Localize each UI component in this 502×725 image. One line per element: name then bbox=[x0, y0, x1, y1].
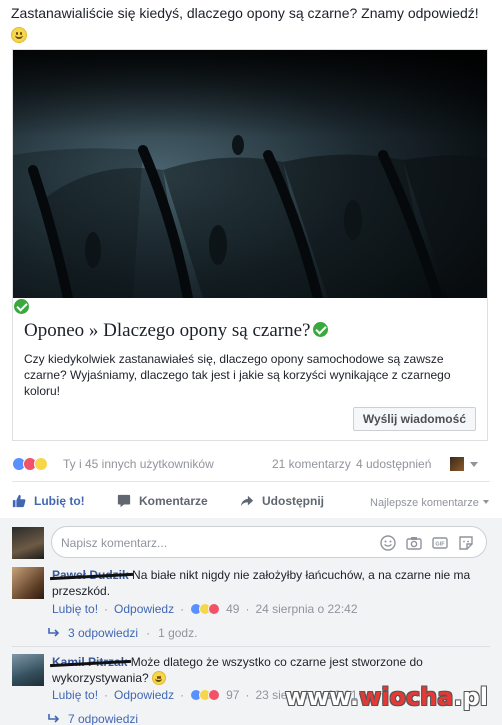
reactions-summary: Ty i 45 innych użytkowników 21 komentarz… bbox=[12, 455, 490, 473]
replies-count[interactable]: 3 odpowiedzi bbox=[68, 626, 138, 640]
svg-text:GIF: GIF bbox=[435, 542, 445, 548]
comment-label: Komentarze bbox=[139, 494, 208, 508]
comment-replies[interactable]: 3 odpowiedzi · 1 godz. bbox=[48, 626, 197, 640]
site-watermark: www.wiocha.pl bbox=[284, 683, 488, 711]
comment-reactions[interactable] bbox=[190, 689, 221, 701]
smile-emoji-icon bbox=[152, 671, 167, 685]
divider bbox=[12, 481, 490, 482]
post-text: Zastanawialiście się kiedyś, dlaczego op… bbox=[11, 5, 479, 21]
love-reaction-icon bbox=[208, 603, 221, 615]
share-label: Udostępnij bbox=[262, 494, 324, 508]
post-actions: Lubię to! Komentarze Udostępnij Najlepsz… bbox=[12, 490, 490, 514]
link-title-block[interactable]: Oponeo » Dlaczego opony są czarne? bbox=[24, 320, 329, 342]
viewer-avatar[interactable] bbox=[450, 457, 464, 471]
love-reaction-icon bbox=[208, 689, 221, 701]
comment-sort-dropdown[interactable]: Najlepsze komentarze bbox=[370, 497, 489, 509]
chevron-down-icon bbox=[482, 500, 489, 504]
haha-reaction-icon[interactable] bbox=[34, 457, 48, 471]
link-preview-card[interactable]: Oponeo » Dlaczego opony są czarne? Czy k… bbox=[12, 49, 488, 441]
replies-count[interactable]: 7 odpowiedzi bbox=[68, 712, 138, 725]
commenter-avatar[interactable] bbox=[12, 654, 44, 686]
comment-like-link[interactable]: Lubię to! bbox=[52, 688, 98, 702]
chevron-down-icon[interactable] bbox=[470, 462, 478, 467]
link-title[interactable]: Oponeo » Dlaczego opony są czarne? bbox=[24, 320, 310, 341]
tire-image[interactable] bbox=[13, 50, 487, 298]
camera-icon[interactable] bbox=[406, 535, 422, 551]
comment-input[interactable]: Napisz komentarz... GIF bbox=[51, 526, 487, 558]
emoji-picker-icon[interactable] bbox=[380, 535, 396, 551]
commenter-avatar[interactable] bbox=[12, 567, 44, 599]
post-text-block: Zastanawialiście się kiedyś, dlaczego op… bbox=[11, 4, 496, 44]
commenter-name[interactable]: Kamil Pitrzak bbox=[49, 655, 132, 669]
user-avatar[interactable] bbox=[12, 527, 44, 559]
reply-arrow-icon bbox=[48, 628, 60, 637]
comment-like-link[interactable]: Lubię to! bbox=[52, 602, 98, 616]
gif-icon[interactable]: GIF bbox=[432, 535, 448, 551]
like-button[interactable]: Lubię to! bbox=[12, 494, 85, 508]
tire-tread-illustration bbox=[13, 50, 487, 298]
share-arrow-icon bbox=[240, 495, 254, 507]
divider bbox=[12, 646, 490, 647]
like-label: Lubię to! bbox=[34, 494, 85, 508]
comment-date[interactable]: 24 sierpnia o 22:42 bbox=[255, 602, 357, 616]
replies-time: 1 godz. bbox=[158, 626, 198, 640]
comment-replies[interactable]: 7 odpowiedzi bbox=[48, 712, 138, 725]
comment-reaction-count[interactable]: 49 bbox=[226, 602, 239, 616]
smile-emoji-icon bbox=[11, 27, 27, 43]
comments-count[interactable]: 21 komentarzy bbox=[272, 457, 351, 471]
comment-reaction-count[interactable]: 97 bbox=[226, 688, 239, 702]
reactions-text[interactable]: Ty i 45 innych użytkowników bbox=[63, 457, 214, 471]
comment-reply-link[interactable]: Odpowiedz bbox=[114, 602, 174, 616]
thumbs-up-icon bbox=[12, 494, 26, 508]
comment-sort-label: Najlepsze komentarze bbox=[370, 497, 479, 509]
verified-check-icon bbox=[14, 299, 29, 314]
share-button[interactable]: Udostępnij bbox=[240, 494, 324, 508]
comment-reply-link[interactable]: Odpowiedz bbox=[114, 688, 174, 702]
link-description: Czy kiedykolwiek zastanawiałeś się, dlac… bbox=[24, 352, 451, 398]
verified-check-icon bbox=[313, 322, 329, 337]
shares-count[interactable]: 4 udostępnień bbox=[356, 457, 431, 471]
comment-bubble-icon bbox=[117, 494, 131, 508]
comment-input-placeholder: Napisz komentarz... bbox=[61, 536, 168, 550]
reply-arrow-icon bbox=[48, 714, 60, 723]
sticker-icon[interactable] bbox=[458, 535, 474, 551]
comment-reactions[interactable] bbox=[190, 603, 221, 615]
commenter-name[interactable]: Paweł Dudzik bbox=[49, 568, 133, 582]
send-message-button[interactable]: Wyślij wiadomość bbox=[352, 407, 476, 431]
